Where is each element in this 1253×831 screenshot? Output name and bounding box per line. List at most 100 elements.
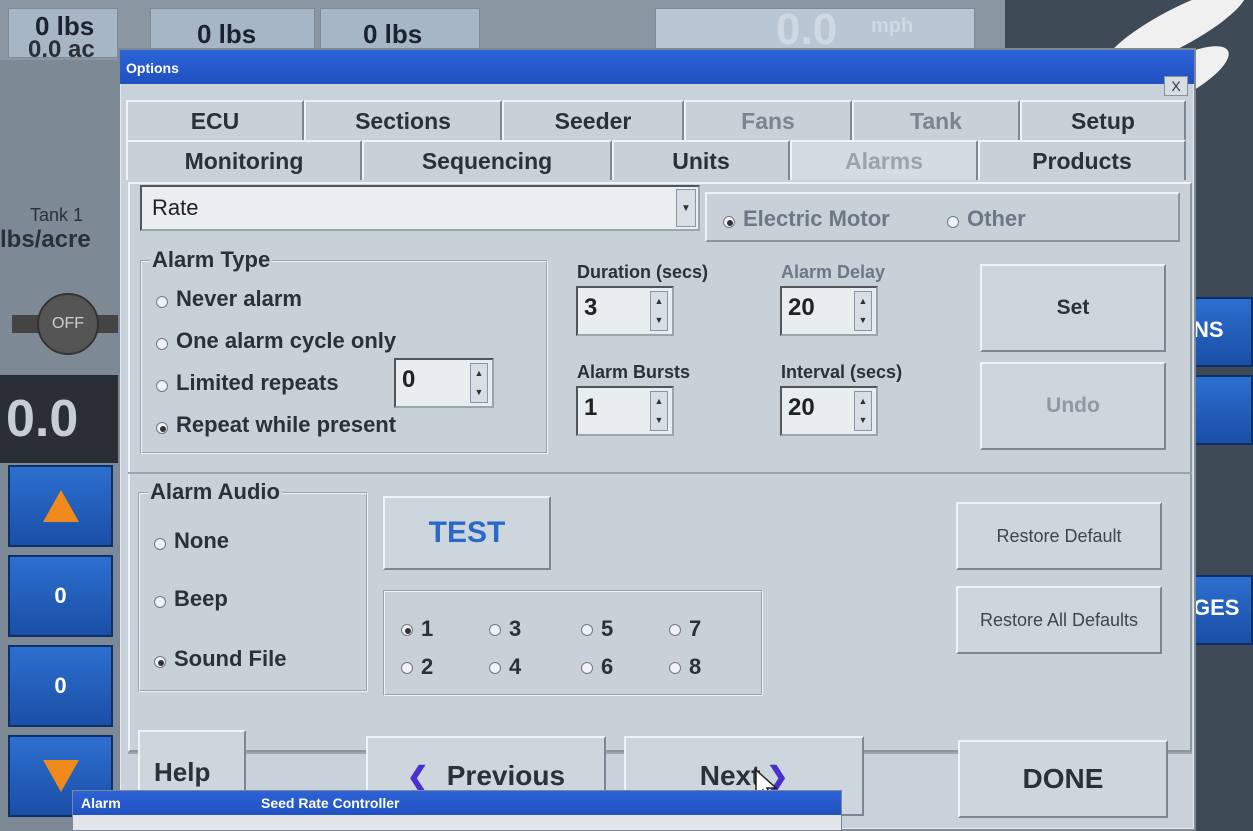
- limited-repeats-stepper[interactable]: 0 ▲ ▼: [394, 358, 494, 408]
- bg-left-button-1[interactable]: 0: [8, 555, 113, 637]
- alarm-delay-stepper[interactable]: 20 ▲ ▼: [780, 286, 878, 336]
- triangle-up-icon: [42, 490, 79, 522]
- duration-stepper[interactable]: 3 ▲ ▼: [576, 286, 674, 336]
- electric-motor-radio[interactable]: [723, 215, 735, 228]
- stepper-arrows-icon[interactable]: ▲ ▼: [854, 391, 872, 431]
- dialog-title: Options: [126, 60, 179, 76]
- sound-7-option[interactable]: 7: [669, 616, 701, 642]
- tab-monitoring[interactable]: Monitoring: [126, 140, 362, 180]
- stepper-arrows-icon[interactable]: ▲ ▼: [854, 291, 872, 331]
- motor-other-option[interactable]: Other: [947, 206, 1026, 232]
- sound-2-option[interactable]: 2: [401, 654, 433, 680]
- motor-type-group: Electric Motor Other: [705, 192, 1180, 242]
- repeat-while-present-radio[interactable]: [156, 421, 168, 434]
- audio-beep-radio[interactable]: [154, 595, 166, 608]
- up-arrow-button[interactable]: [8, 465, 113, 547]
- tabs-row-2: Monitoring Sequencing Units Alarms Produ…: [126, 140, 1186, 180]
- sound-8-option[interactable]: 8: [669, 654, 701, 680]
- dialog-titlebar: Options: [120, 50, 1194, 84]
- sound-4-radio[interactable]: [489, 662, 501, 675]
- repeat-while-present-option[interactable]: Repeat while present: [156, 412, 396, 438]
- one-cycle-radio[interactable]: [156, 337, 168, 350]
- alarm-bursts-stepper[interactable]: 1 ▲ ▼: [576, 386, 674, 436]
- other-motor-radio[interactable]: [947, 215, 959, 228]
- bg-left-button-2[interactable]: 0: [8, 645, 113, 727]
- sound-2-radio[interactable]: [401, 662, 413, 675]
- audio-sound-file-option[interactable]: Sound File: [154, 646, 286, 672]
- bg-left-button-1-label: 0: [54, 583, 67, 608]
- stepper-arrows-icon[interactable]: ▲ ▼: [650, 291, 668, 331]
- tab-tank[interactable]: Tank: [852, 100, 1020, 140]
- bg-right-button-1-label: NS: [1193, 317, 1224, 342]
- tab-setup[interactable]: Setup: [1020, 100, 1186, 140]
- done-button[interactable]: DONE: [958, 740, 1168, 818]
- alarm-source-dropdown[interactable]: Rate ▼: [140, 185, 700, 231]
- limited-repeats-radio[interactable]: [156, 379, 168, 392]
- sound-3-option[interactable]: 3: [489, 616, 521, 642]
- bg-left-button-2-label: 0: [54, 673, 67, 698]
- sound-5-option[interactable]: 5: [581, 616, 613, 642]
- sound-3-radio[interactable]: [489, 624, 501, 637]
- duration-value: 3: [584, 294, 598, 321]
- audio-none-option[interactable]: None: [154, 528, 229, 554]
- triangle-down-icon: [42, 760, 79, 792]
- sound-6-label: 6: [601, 654, 614, 679]
- alarm-delay-value: 20: [788, 294, 815, 321]
- chevron-down-icon[interactable]: ▼: [676, 189, 696, 227]
- sound-4-option[interactable]: 4: [489, 654, 521, 680]
- sound-6-radio[interactable]: [581, 662, 593, 675]
- limited-repeats-option[interactable]: Limited repeats: [156, 370, 339, 396]
- one-cycle-option[interactable]: One alarm cycle only: [156, 328, 396, 354]
- test-button[interactable]: TEST: [383, 496, 551, 570]
- never-alarm-option[interactable]: Never alarm: [156, 286, 302, 312]
- never-alarm-label: Never alarm: [176, 286, 302, 311]
- tab-fans[interactable]: Fans: [684, 100, 852, 140]
- alarm-bursts-value: 1: [584, 394, 598, 421]
- audio-beep-label: Beep: [174, 586, 228, 611]
- audio-beep-option[interactable]: Beep: [154, 586, 228, 612]
- sound-8-label: 8: [689, 654, 702, 679]
- tab-products[interactable]: Products: [978, 140, 1186, 180]
- sound-5-radio[interactable]: [581, 624, 593, 637]
- tab-seeder[interactable]: Seeder: [502, 100, 684, 140]
- sound-2-label: 2: [421, 654, 434, 679]
- interval-label: Interval (secs): [781, 362, 903, 382]
- audio-sound-file-radio[interactable]: [154, 655, 166, 668]
- close-button[interactable]: X: [1164, 76, 1188, 96]
- restore-default-button[interactable]: Restore Default: [956, 502, 1162, 570]
- bg-rate-label: lbs/acre: [0, 226, 91, 253]
- tab-sequencing[interactable]: Sequencing: [362, 140, 612, 180]
- tab-sections[interactable]: Sections: [304, 100, 502, 140]
- audio-none-radio[interactable]: [154, 537, 166, 550]
- tab-alarms[interactable]: Alarms: [790, 140, 978, 180]
- alarm-window-label: Alarm: [81, 795, 121, 811]
- tab-units[interactable]: Units: [612, 140, 790, 180]
- motor-electric-option[interactable]: Electric Motor: [723, 206, 890, 232]
- sound-1-option[interactable]: 1: [401, 616, 433, 642]
- interval-stepper[interactable]: 20 ▲ ▼: [780, 386, 878, 436]
- alarm-type-group: Alarm Type Never alarm One alarm cycle o…: [140, 247, 548, 454]
- sound-6-option[interactable]: 6: [581, 654, 613, 680]
- stepper-arrows-icon[interactable]: ▲ ▼: [470, 363, 488, 403]
- stepper-arrows-icon[interactable]: ▲ ▼: [650, 391, 668, 431]
- off-switch[interactable]: OFF: [12, 285, 122, 365]
- electric-motor-label: Electric Motor: [743, 206, 890, 231]
- sound-7-radio[interactable]: [669, 624, 681, 637]
- tab-ecu[interactable]: ECU: [126, 100, 304, 140]
- sound-1-radio[interactable]: [401, 624, 413, 637]
- sound-8-radio[interactable]: [669, 662, 681, 675]
- set-button[interactable]: Set: [980, 264, 1166, 352]
- alarm-source-value: Rate: [152, 195, 199, 220]
- audio-none-label: None: [174, 528, 229, 553]
- never-alarm-radio[interactable]: [156, 295, 168, 308]
- audio-sound-file-label: Sound File: [174, 646, 287, 671]
- restore-all-defaults-button[interactable]: Restore All Defaults: [956, 586, 1162, 654]
- undo-button[interactable]: Undo: [980, 362, 1166, 450]
- previous-label: Previous: [446, 760, 566, 791]
- sound-5-label: 5: [601, 616, 614, 641]
- alarm-audio-group: Alarm Audio None Beep Sound File: [138, 479, 368, 692]
- alarm-window-title: Seed Rate Controller: [261, 795, 400, 811]
- options-dialog: Options X ECU Sections Seeder Fans Tank …: [118, 48, 1196, 831]
- alarm-delay-label: Alarm Delay: [781, 262, 886, 282]
- sound-3-label: 3: [509, 616, 522, 641]
